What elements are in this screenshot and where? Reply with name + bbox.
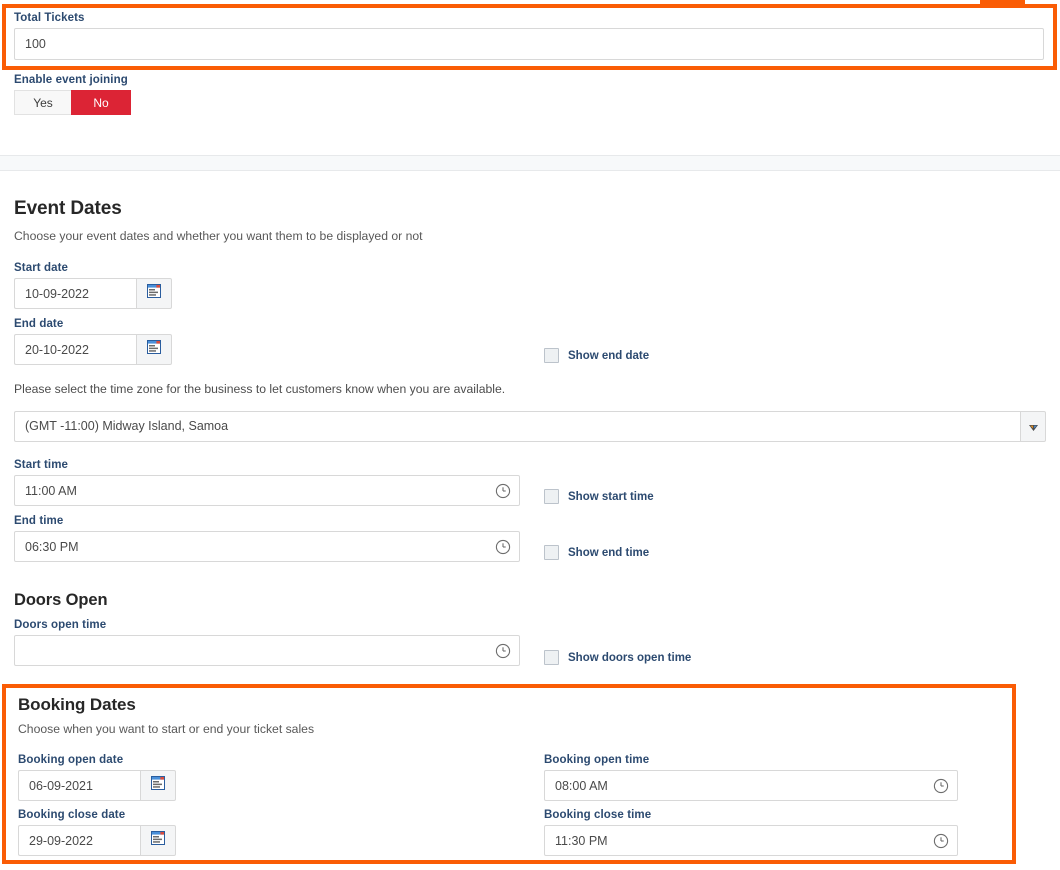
timezone-help-text: Please select the time zone for the busi… [14, 382, 506, 396]
start-time-field: Start time [14, 459, 520, 506]
end-time-field: End time [14, 515, 520, 562]
enable-event-joining-label: Enable event joining [14, 74, 128, 86]
event-dates-section: Event Dates Choose your event dates and … [14, 198, 1046, 259]
show-doors-open-time-checkbox[interactable] [544, 650, 559, 665]
enable-event-joining-toggle[interactable]: Yes No [14, 90, 131, 115]
end-time-label: End time [14, 515, 64, 527]
start-date-label: Start date [14, 262, 69, 274]
show-end-time-checkbox[interactable] [544, 545, 559, 560]
event-joining-yes-option[interactable]: Yes [14, 90, 71, 115]
end-date-input[interactable] [14, 334, 136, 365]
start-date-group [14, 278, 172, 309]
event-joining-no-option[interactable]: No [71, 90, 131, 115]
section-divider [0, 155, 1060, 171]
show-end-time-label[interactable]: Show end time [568, 547, 649, 559]
start-date-input[interactable] [14, 278, 136, 309]
highlight-notch [980, 0, 1025, 5]
doors-open-time-input[interactable] [14, 635, 520, 666]
doors-open-time-field: Doors open time [14, 619, 520, 666]
event-dates-title: Event Dates [14, 198, 122, 219]
doors-open-time-label: Doors open time [14, 619, 107, 631]
end-date-label: End date [14, 318, 64, 330]
start-date-calendar-button[interactable] [136, 278, 172, 309]
doors-open-time-wrap [14, 635, 520, 666]
timezone-dropdown-button[interactable] [1020, 411, 1046, 442]
end-date-field: End date [14, 318, 172, 365]
end-date-group [14, 334, 172, 365]
show-doors-open-time-label[interactable]: Show doors open time [568, 652, 691, 664]
highlight-total-tickets [2, 4, 1057, 70]
show-end-date-row[interactable]: Show end date [544, 348, 649, 363]
show-start-time-checkbox[interactable] [544, 489, 559, 504]
doors-open-title: Doors Open [14, 591, 108, 609]
show-start-time-row[interactable]: Show start time [544, 489, 654, 504]
clock-icon[interactable] [495, 483, 511, 499]
chevron-down-icon [1028, 418, 1038, 436]
calendar-icon [147, 340, 161, 359]
enable-event-joining-field: Enable event joining Yes No [14, 74, 131, 115]
show-end-date-checkbox[interactable] [544, 348, 559, 363]
clock-icon[interactable] [495, 643, 511, 659]
clock-icon[interactable] [495, 539, 511, 555]
start-time-input[interactable] [14, 475, 520, 506]
show-doors-open-time-row[interactable]: Show doors open time [544, 650, 691, 665]
highlight-booking-dates [2, 684, 1016, 864]
event-dates-subtitle: Choose your event dates and whether you … [14, 229, 423, 243]
event-settings-page: Total Tickets Enable event joining Yes N… [0, 0, 1060, 870]
start-time-wrap [14, 475, 520, 506]
show-end-date-label[interactable]: Show end date [568, 350, 649, 362]
timezone-select[interactable]: (GMT -11:00) Midway Island, Samoa [14, 411, 1046, 442]
end-time-input[interactable] [14, 531, 520, 562]
show-start-time-label[interactable]: Show start time [568, 491, 654, 503]
calendar-icon [147, 284, 161, 303]
start-time-label: Start time [14, 459, 69, 471]
show-end-time-row[interactable]: Show end time [544, 545, 649, 560]
start-date-field: Start date [14, 262, 172, 309]
end-time-wrap [14, 531, 520, 562]
timezone-selected-value[interactable]: (GMT -11:00) Midway Island, Samoa [14, 411, 1020, 442]
end-date-calendar-button[interactable] [136, 334, 172, 365]
